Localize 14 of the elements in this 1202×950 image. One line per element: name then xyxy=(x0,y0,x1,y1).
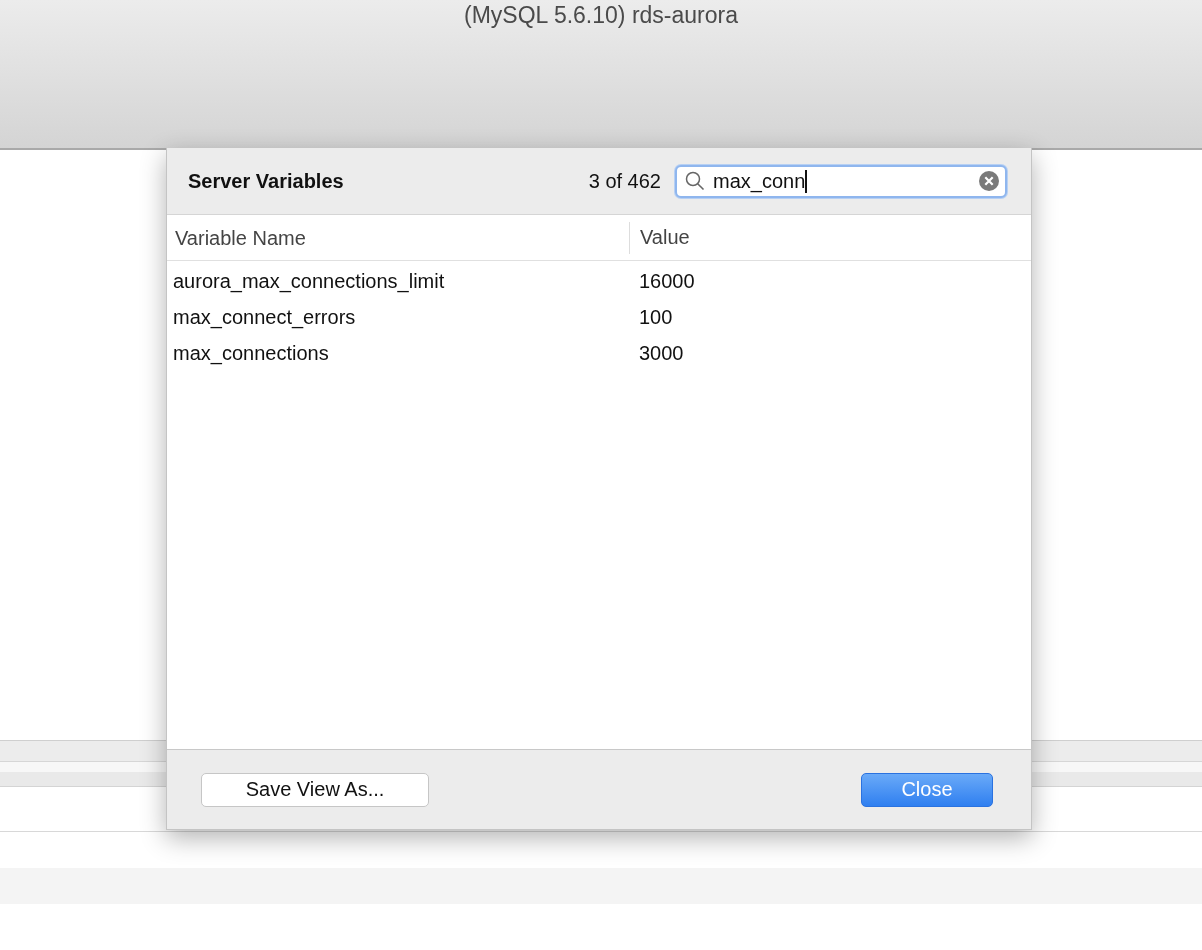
table-cell: 3000 xyxy=(639,341,684,365)
dialog-title: Server Variables xyxy=(188,169,345,193)
table-cell: 16000 xyxy=(639,269,695,293)
table-cell-text: aurora_max_connections_limit xyxy=(172,269,446,293)
column-header[interactable]: Value xyxy=(630,226,690,249)
save-view-button[interactable]: Save View As... xyxy=(201,772,429,807)
search-icon xyxy=(685,171,705,191)
table-cell: 100 xyxy=(639,305,673,329)
window-title: (MySQL 5.6.10) rds-aurora xyxy=(464,2,738,29)
clear-icon[interactable] xyxy=(979,171,999,191)
table-cell-text: max_connections xyxy=(172,341,330,365)
column-header[interactable]: Variable Name xyxy=(167,221,630,254)
table-cell-text: max_connect_errors xyxy=(172,305,357,329)
match-count: 3 of 462 xyxy=(588,169,661,193)
